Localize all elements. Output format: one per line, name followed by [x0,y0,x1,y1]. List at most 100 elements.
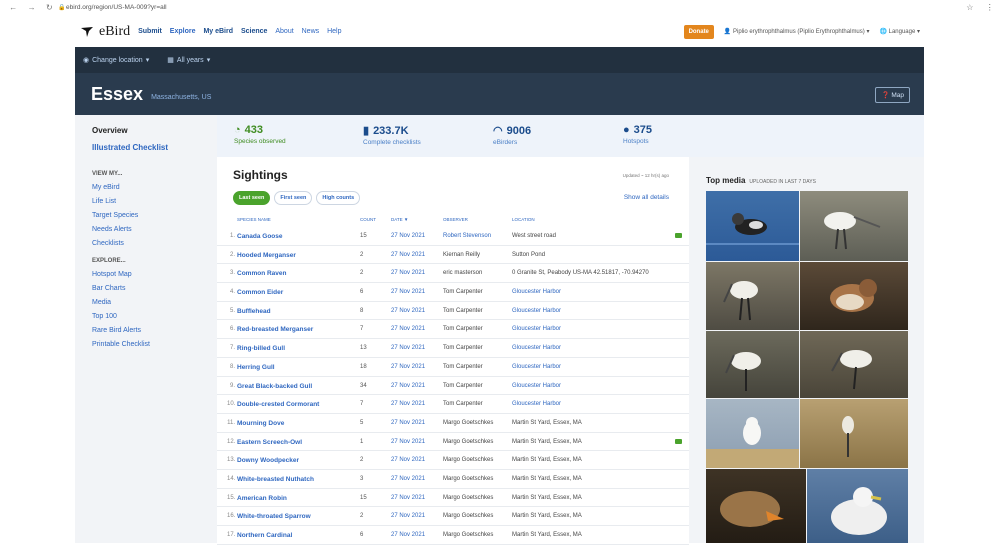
date-link[interactable]: 27 Nov 2021 [391,289,425,295]
photo-wood-stork[interactable] [800,191,908,261]
location-cell[interactable]: Gloucester Harbor [512,345,561,351]
years-dropdown[interactable]: ▦ All years ▾ [167,56,210,65]
photo-mallard-hen[interactable] [706,469,806,543]
tab-last-seen[interactable]: Last seen [233,191,271,205]
nav-help[interactable]: Help [327,28,341,35]
observer-cell[interactable]: Robert Stevenson [443,233,491,239]
photo-snowy-owl[interactable] [706,399,799,468]
date-link[interactable]: 27 Nov 2021 [391,326,425,332]
sidebar-link-hotspot-map[interactable]: Hotspot Map [92,271,132,278]
reload-icon[interactable]: ↻ [46,3,53,12]
donate-button[interactable]: Donate [683,24,714,39]
date-link[interactable]: 27 Nov 2021 [391,270,425,276]
nav-explore[interactable]: Explore [170,28,196,35]
location-cell[interactable]: Gloucester Harbor [512,364,561,370]
date-link[interactable]: 27 Nov 2021 [391,457,425,463]
species-link[interactable]: Bufflehead [237,308,271,315]
stat-species[interactable]: ◔ 433 Species observed [234,124,286,145]
sidebar-illustrated-checklist[interactable]: Illustrated Checklist [92,143,168,152]
nav-submit[interactable]: Submit [138,28,162,35]
photo-duck-on-water[interactable] [706,191,799,261]
species-link[interactable]: White-breasted Nuthatch [237,476,314,483]
date-link[interactable]: 27 Nov 2021 [391,252,425,258]
address-bar[interactable]: ebird.org/region/US-MA-009?yr=all [66,4,960,11]
forward-icon[interactable]: → [28,3,36,12]
sidebar-link-my-ebird[interactable]: My eBird [92,184,120,191]
photo-wood-stork-field[interactable] [800,399,908,468]
observer-cell: Margo Goetschkes [443,532,494,538]
comment-icon[interactable] [675,438,682,444]
stat-ebirders[interactable]: ◠ 9006 eBirders [493,124,531,147]
sidebar-link-media[interactable]: Media [92,299,111,306]
tab-high-counts[interactable]: High counts [316,191,361,205]
species-link[interactable]: Red-breasted Merganser [237,326,313,333]
sidebar-link-needs-alerts[interactable]: Needs Alerts [92,226,132,233]
species-link[interactable]: Common Raven [237,270,286,277]
photo-wood-stork-wading[interactable] [706,331,799,398]
change-location-button[interactable]: ◉ Change location ▾ [83,56,149,65]
browser-menu-icon[interactable]: ⋮ [986,3,994,12]
nav-about[interactable]: About [275,28,293,35]
photo-wood-stork-shore[interactable] [706,262,799,330]
nav-science[interactable]: Science [241,28,267,35]
date-link[interactable]: 27 Nov 2021 [391,364,425,370]
sidebar-link-target-species[interactable]: Target Species [92,212,138,219]
back-icon[interactable]: ← [9,3,17,12]
species-link[interactable]: Eastern Screech-Owl [237,439,302,446]
species-link[interactable]: Mourning Dove [237,420,284,427]
tab-first-seen[interactable]: First seen [274,191,313,205]
species-link[interactable]: Northern Cardinal [237,532,292,539]
sidebar-link-life-list[interactable]: Life List [92,198,116,205]
date-link[interactable]: 27 Nov 2021 [391,495,425,501]
date-link[interactable]: 27 Nov 2021 [391,383,425,389]
species-link[interactable]: Canada Goose [237,233,283,240]
stat-hotspots[interactable]: ● 375 Hotspots [623,124,652,145]
photo-wood-stork-standing[interactable] [800,331,908,398]
date-link[interactable]: 27 Nov 2021 [391,401,425,407]
nav-my-ebird[interactable]: My eBird [203,28,233,35]
species-link[interactable]: Double-crested Cormorant [237,401,319,408]
logo-text[interactable]: eBird [99,24,130,40]
region-subtitle[interactable]: Massachusetts, US [151,94,211,101]
species-link[interactable]: Herring Gull [237,364,275,371]
map-button[interactable]: ❓ Map [875,87,910,103]
language-menu[interactable]: 🌐 Language ▾ [879,28,920,35]
date-link[interactable]: 27 Nov 2021 [391,476,425,482]
location-cell: Sutton Pond [512,251,546,258]
species-link[interactable]: Downy Woodpecker [237,457,299,464]
species-link[interactable]: American Robin [237,495,287,502]
ebird-logo-icon[interactable] [75,16,99,47]
location-cell[interactable]: Gloucester Harbor [512,289,561,295]
species-link[interactable]: Ring-billed Gull [237,345,285,352]
location-cell[interactable]: Gloucester Harbor [512,401,561,407]
stat-checklists[interactable]: ▮ 233.7K Complete checklists [363,124,421,147]
species-link[interactable]: Common Eider [237,289,283,296]
date-link[interactable]: 27 Nov 2021 [391,420,425,426]
sidebar-link-checklists[interactable]: Checklists [92,240,124,247]
sidebar-link-bar-charts[interactable]: Bar Charts [92,285,125,292]
user-menu[interactable]: 👤 Piplio erythrophthalmus (Piplio Erythr… [724,28,870,35]
date-link[interactable]: 27 Nov 2021 [391,233,425,239]
comment-icon[interactable] [675,233,682,238]
species-link[interactable]: White-throated Sparrow [237,513,311,520]
location-cell[interactable]: Gloucester Harbor [512,308,561,314]
nav-news[interactable]: News [302,28,320,35]
col-date[interactable]: DATE ▼ [391,217,408,222]
date-link[interactable]: 27 Nov 2021 [391,345,425,351]
date-link[interactable]: 27 Nov 2021 [391,308,425,314]
date-link[interactable]: 27 Nov 2021 [391,532,425,538]
date-link[interactable]: 27 Nov 2021 [391,513,425,519]
species-link[interactable]: Hooded Merganser [237,252,296,259]
location-cell[interactable]: Gloucester Harbor [512,383,561,389]
species-link[interactable]: Great Black-backed Gull [237,383,312,390]
location-cell[interactable]: Gloucester Harbor [512,326,561,332]
photo-sparrow[interactable] [800,262,908,330]
sidebar-overview[interactable]: Overview [92,126,128,135]
sidebar-link-printable-checklist[interactable]: Printable Checklist [92,341,150,348]
sidebar-link-rare-bird-alerts[interactable]: Rare Bird Alerts [92,327,141,334]
date-link[interactable]: 27 Nov 2021 [391,439,425,445]
bookmark-star-icon[interactable]: ☆ [966,3,973,12]
show-all-details-link[interactable]: Show all details [624,194,669,201]
photo-ring-billed-gull[interactable] [807,469,908,543]
sidebar-link-top-100[interactable]: Top 100 [92,313,117,320]
